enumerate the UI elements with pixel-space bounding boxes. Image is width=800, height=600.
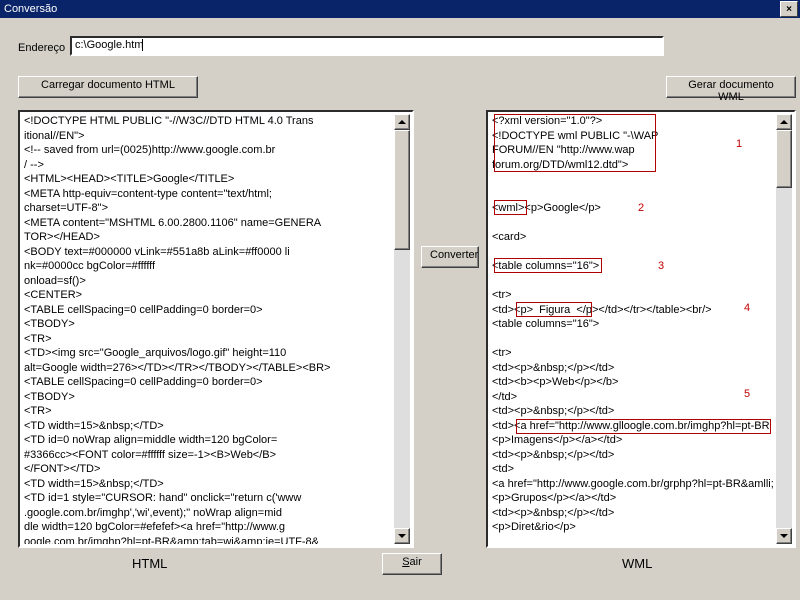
scroll-thumb[interactable] <box>394 130 410 250</box>
scroll-down-icon[interactable] <box>776 528 792 544</box>
text-caret <box>142 39 143 51</box>
scroll-up-icon[interactable] <box>776 114 792 130</box>
wml-content[interactable]: <?xml version="1.0"?> <!DOCTYPE wml PUBL… <box>492 114 774 544</box>
address-input[interactable]: c:\Google.htm <box>70 36 664 56</box>
close-button[interactable]: × <box>780 1 798 17</box>
html-column-label: HTML <box>132 556 167 571</box>
html-content[interactable]: <!DOCTYPE HTML PUBLIC "-//W3C//DTD HTML … <box>24 114 392 544</box>
convert-button[interactable]: Converter <box>421 246 479 268</box>
window-title: Conversão <box>4 3 57 15</box>
wml-scrollbar[interactable] <box>776 114 792 544</box>
exit-button[interactable]: Sair <box>382 553 442 575</box>
title-bar: Conversão × <box>0 0 800 18</box>
scroll-thumb[interactable] <box>776 130 792 188</box>
wml-panel: <?xml version="1.0"?> <!DOCTYPE wml PUBL… <box>486 110 796 548</box>
html-panel: <!DOCTYPE HTML PUBLIC "-//W3C//DTD HTML … <box>18 110 414 548</box>
generate-wml-button[interactable]: Gerar documento WML <box>666 76 796 98</box>
wml-column-label: WML <box>622 556 652 571</box>
client-area: Endereço c:\Google.htm Carregar document… <box>0 18 800 600</box>
address-label: Endereço <box>18 42 65 54</box>
address-value: c:\Google.htm <box>75 39 143 51</box>
scroll-down-icon[interactable] <box>394 528 410 544</box>
html-scrollbar[interactable] <box>394 114 410 544</box>
scroll-up-icon[interactable] <box>394 114 410 130</box>
load-html-button[interactable]: Carregar documento HTML <box>18 76 198 98</box>
close-icon: × <box>786 4 792 15</box>
